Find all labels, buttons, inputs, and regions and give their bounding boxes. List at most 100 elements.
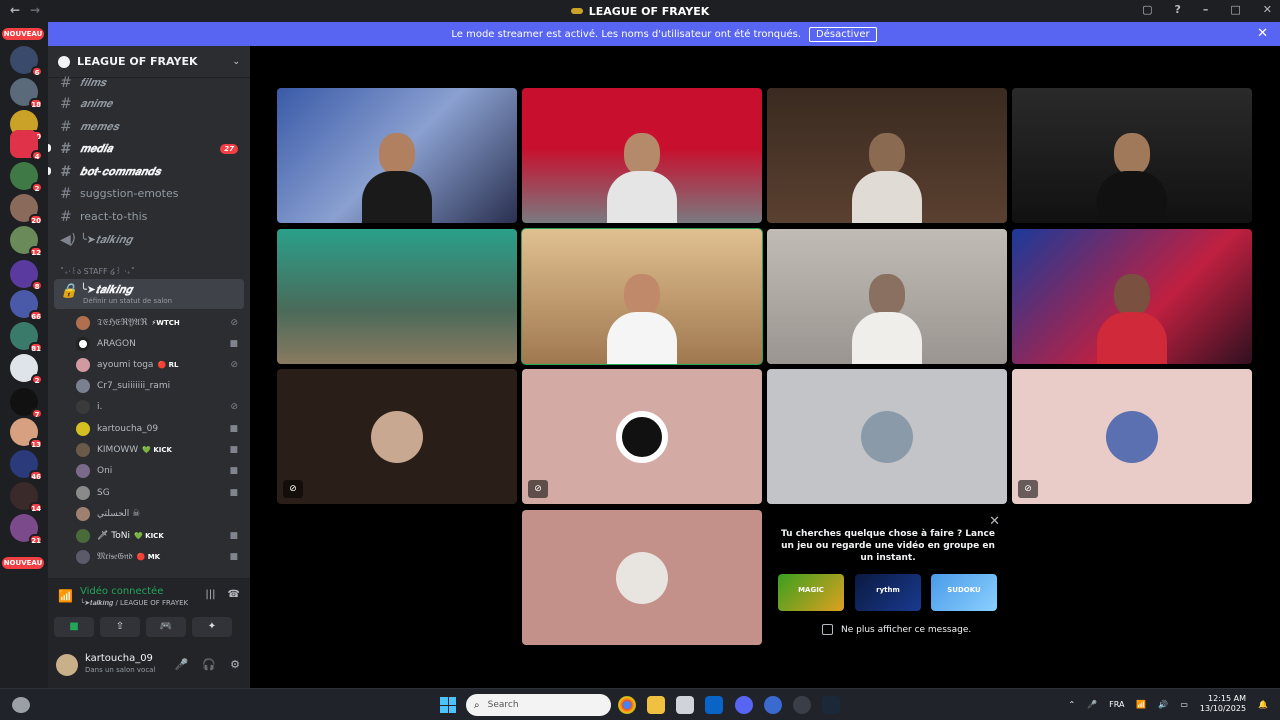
outlook-icon[interactable] — [705, 696, 723, 714]
channel-anime[interactable]: # 𝒂𝒏𝒊𝒎𝒆 — [54, 93, 244, 114]
server-icon[interactable]: 2 — [10, 354, 43, 385]
channel-suggstion-emotes[interactable]: # suggstion-emotes — [54, 183, 244, 204]
username[interactable]: kartoucha_09 — [85, 653, 153, 664]
windows-start-icon[interactable] — [440, 697, 456, 713]
voice-user[interactable]: Oni ■ — [76, 461, 244, 481]
voice-user[interactable]: kartoucha_09 ■ — [76, 419, 244, 439]
chrome-profile-icon[interactable] — [764, 696, 782, 714]
voice-user[interactable]: i. ⊘ — [76, 397, 244, 417]
server-icon[interactable]: 7 — [10, 388, 43, 419]
discord-icon[interactable] — [735, 696, 753, 714]
voice-user[interactable]: 𝔗𝔈ℌ𝔈ℜ𝔜𝔄ℜ ⚡WTCH ⊘ — [76, 313, 244, 333]
server-icon[interactable]: 66 — [10, 290, 43, 321]
server-icon[interactable]: 14 — [10, 482, 43, 513]
voice-location[interactable]: ╰➤𝒕𝒂𝒍𝒌𝒊𝒏𝒈 / LEAGUE OF FRAYEK — [80, 599, 188, 608]
activity-button[interactable]: 🎮 — [146, 617, 186, 637]
mention-badge: 12 — [29, 246, 43, 257]
signal-icon[interactable]: 📶 — [58, 589, 73, 603]
active-voice-channel[interactable]: 🔒 ╰➤𝒕𝒂𝒍𝒌𝒊𝒏𝒈 Définir un statut de salon — [54, 279, 244, 309]
avatar-tile[interactable]: ⊘ — [1012, 369, 1252, 504]
channel-films[interactable]: # 𝒇𝒊𝒍𝒎𝒔 — [54, 72, 244, 93]
camera-button[interactable]: ■ — [54, 617, 94, 637]
app-icon[interactable] — [793, 696, 811, 714]
language-indicator[interactable]: FRA — [1109, 700, 1124, 709]
inbox-icon[interactable]: ▢ — [1142, 3, 1152, 16]
video-tile[interactable] — [1012, 88, 1252, 223]
server-icon[interactable]: 8 — [10, 260, 43, 291]
server-icon[interactable]: 21 — [10, 514, 43, 545]
server-icon[interactable]: 2 — [10, 162, 43, 193]
back-arrow-icon[interactable]: ← — [10, 3, 20, 17]
dont-show-again-checkbox[interactable]: Ne plus afficher ce message. — [822, 624, 971, 635]
help-icon[interactable]: ? — [1174, 3, 1180, 16]
video-tile[interactable] — [277, 88, 517, 223]
server-icon[interactable]: 6 — [10, 46, 43, 77]
voice-user[interactable]: 𝔐𝔯𝔦𝔰𝔢𝔊𝔫𝔡 🔴 MK ■ — [76, 547, 244, 567]
category-staff[interactable]: ˚₊‧꒰ა STAFF ໒꒱ ‧₊˚ — [60, 265, 135, 276]
server-icon[interactable]: 46 — [10, 450, 43, 481]
video-tile-speaking[interactable] — [521, 228, 763, 365]
video-tile[interactable] — [1012, 229, 1252, 364]
avatar-tile[interactable] — [522, 510, 762, 645]
channel-memes[interactable]: # 𝒎𝒆𝒎𝒆𝒔 — [54, 116, 244, 137]
checkbox-icon[interactable] — [822, 624, 833, 635]
voice-channel-talking[interactable]: ◀) ╰➤𝒕𝒂𝒍𝒌𝒊𝒏𝒈 — [54, 229, 244, 250]
video-tile[interactable] — [767, 229, 1007, 364]
avatar-tile[interactable] — [767, 369, 1007, 504]
server-icon[interactable]: 81 — [10, 322, 43, 353]
chrome-icon[interactable] — [618, 696, 636, 714]
voice-user[interactable]: ayoumi toga 🔴 RL ⊘ — [76, 355, 244, 375]
video-tile[interactable] — [522, 88, 762, 223]
activity-card[interactable]: rythm — [855, 574, 921, 611]
voice-user[interactable]: 🗡 ToNi 💚 KICK ■ — [76, 526, 244, 546]
video-tile[interactable] — [767, 88, 1007, 223]
channel-media[interactable]: # 𝒎𝒆𝒅𝒊𝒂 27 — [54, 138, 244, 159]
headphones-icon[interactable]: 🎧 — [202, 658, 216, 671]
wifi-icon[interactable]: 📶 — [1136, 700, 1146, 709]
close-window-icon[interactable]: ✕ — [1263, 3, 1272, 16]
close-banner-icon[interactable]: ✕ — [1257, 26, 1268, 41]
taskbar-search[interactable]: ⌕ Search — [466, 694, 611, 716]
gear-icon[interactable]: ⚙ — [230, 658, 240, 671]
activity-card[interactable]: MAGIC — [778, 574, 844, 611]
steam-icon[interactable] — [822, 696, 840, 714]
voice-user[interactable]: KIMOWW 💚 KICK ■ — [76, 440, 244, 460]
widgets-icon[interactable] — [12, 697, 30, 713]
avatar-tile[interactable]: ⊘ — [277, 369, 517, 504]
disable-streamer-button[interactable]: Désactiver — [809, 26, 877, 42]
server-icon[interactable]: 12 — [10, 226, 43, 257]
server-icon[interactable]: 13 — [10, 418, 43, 449]
screen-share-button[interactable]: ⇧ — [100, 617, 140, 637]
volume-icon[interactable]: 🔊 — [1158, 700, 1168, 709]
avatar-tile[interactable]: ⊘ — [522, 369, 762, 504]
set-channel-status-link[interactable]: Définir un statut de salon — [83, 297, 172, 305]
close-icon[interactable]: ✕ — [989, 514, 1000, 529]
file-explorer-icon[interactable] — [647, 696, 665, 714]
microphone-icon[interactable]: 🎤 — [1087, 700, 1097, 709]
chevron-up-icon[interactable]: ⌃ — [1068, 700, 1075, 709]
noise-suppression-icon[interactable]: ||| — [205, 589, 215, 600]
voice-user[interactable]: SG ■ — [76, 483, 244, 503]
voice-user[interactable]: ARAGON ■ — [76, 334, 244, 354]
server-icon[interactable]: 18 — [10, 78, 43, 109]
voice-user[interactable]: الحسلتي ☠ — [76, 504, 244, 524]
channel-bot-commands[interactable]: # 𝒃𝒐𝒕-𝒄𝒐𝒎𝒎𝒂𝒏𝒅𝒔 — [54, 161, 244, 182]
maximize-icon[interactable]: □ — [1230, 3, 1240, 16]
voice-status[interactable]: Vidéo connectée — [80, 586, 163, 597]
minimize-icon[interactable]: – — [1203, 3, 1209, 16]
forward-arrow-icon[interactable]: → — [30, 3, 40, 17]
avatar[interactable] — [56, 654, 78, 676]
disconnect-icon[interactable]: ☎ — [228, 589, 240, 600]
voice-user[interactable]: Cr7_suiiiiiii_rami — [76, 376, 244, 396]
soundboard-button[interactable]: ✦ — [192, 617, 232, 637]
notification-icon[interactable]: 🔔 — [1258, 700, 1268, 709]
microphone-icon[interactable]: 🎤 — [175, 658, 189, 671]
channel-react-to-this[interactable]: # react-to-this — [54, 206, 244, 227]
clock[interactable]: 12:15 AM 13/10/2025 — [1200, 694, 1246, 714]
activity-card[interactable]: SUDOKU — [931, 574, 997, 611]
server-icon[interactable]: 4 — [10, 130, 43, 161]
battery-icon[interactable]: ▭ — [1180, 700, 1188, 709]
store-icon[interactable] — [676, 696, 694, 714]
video-tile[interactable] — [277, 229, 517, 364]
server-icon[interactable]: 20 — [10, 194, 43, 225]
